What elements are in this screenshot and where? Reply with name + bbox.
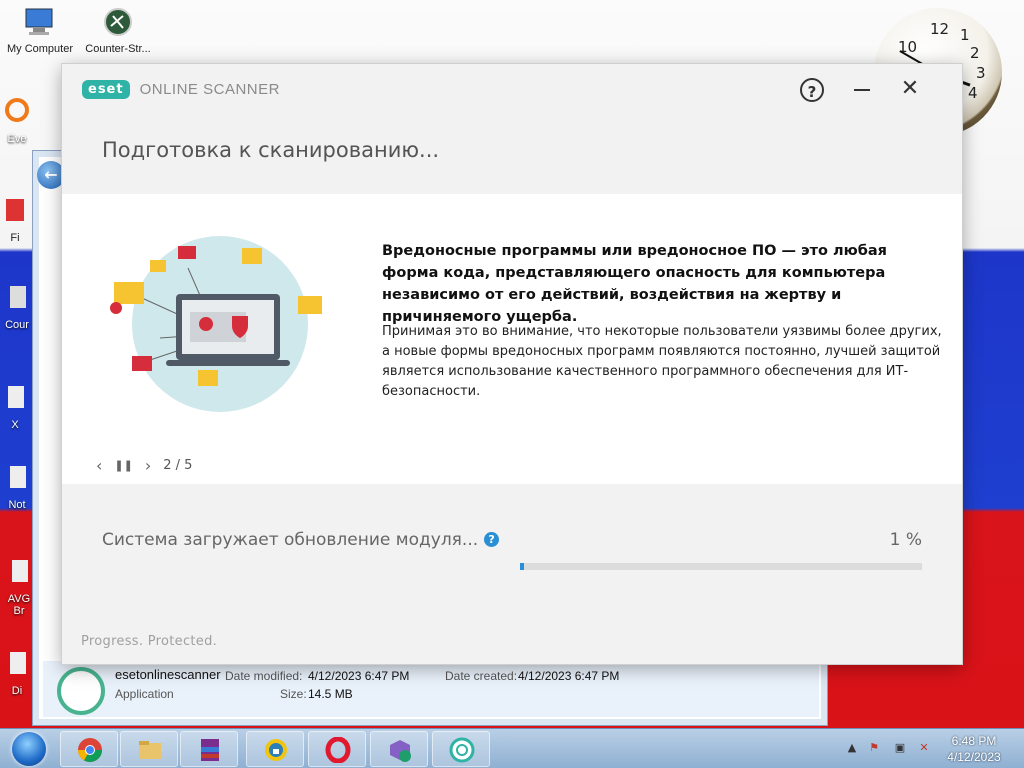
- app-icon: [8, 386, 24, 408]
- page-title: Подготовка к сканированию...: [102, 138, 440, 162]
- size-value: 14.5 MB: [308, 687, 353, 701]
- clock-number: 12: [930, 20, 950, 38]
- status-message: Система загружает обновление модуля...?: [102, 530, 500, 550]
- progress-bar-fill: [520, 563, 525, 570]
- taskbar-time: 6:48 PM: [951, 734, 997, 748]
- window-header: eset ONLINE SCANNER ? ✕ Подготовка к ска…: [62, 64, 962, 194]
- taskbar-clock[interactable]: 6:48 PM 4/12/2023: [934, 733, 1014, 765]
- progress-bar: [520, 563, 922, 570]
- date-created-label: Date created:: [445, 669, 518, 683]
- previous-slide-button[interactable]: ‹: [96, 456, 102, 475]
- minimize-button[interactable]: [848, 76, 876, 104]
- winrar-icon: [201, 739, 219, 761]
- date-modified-value: 4/12/2023 6:47 PM: [308, 669, 410, 683]
- desktop-icon-counter-strike[interactable]: Counter-Str...: [80, 6, 156, 55]
- taskbar: ▲ ⚑ ▣ ✕ 6:48 PM 4/12/2023: [0, 728, 1024, 768]
- computer-icon: [25, 8, 53, 35]
- desktop-icon-my-computer[interactable]: My Computer: [2, 6, 78, 55]
- info-slide: Вредоносные программы или вредоносное ПО…: [62, 194, 962, 484]
- slide-body: Принимая это во внимание, что некоторые …: [382, 324, 942, 399]
- taskbar-visual-studio-installer[interactable]: [370, 731, 428, 767]
- date-modified-label: Date modified:: [225, 669, 303, 683]
- clock-number: 4: [968, 84, 978, 102]
- counter-strike-icon: [104, 8, 132, 36]
- desktop-icon-eve[interactable]: Eve: [0, 96, 42, 145]
- desktop-icon-label: My Computer: [6, 43, 74, 55]
- app-icon: [12, 560, 28, 582]
- app-icon: [10, 652, 26, 674]
- lock-icon: [265, 739, 287, 761]
- taskbar-file-explorer[interactable]: [120, 731, 178, 767]
- help-button[interactable]: ?: [800, 78, 824, 102]
- size-label: Size:: [280, 687, 307, 701]
- clock-number: 1: [960, 26, 970, 44]
- visual-studio-icon: [390, 740, 411, 762]
- product-name: ONLINE SCANNER: [139, 80, 280, 98]
- clock-number: 2: [970, 44, 980, 62]
- desktop-icon-label: Counter-Str...: [85, 43, 151, 55]
- close-button[interactable]: ✕: [896, 76, 924, 104]
- eset-online-scanner-window[interactable]: eset ONLINE SCANNER ? ✕ Подготовка к ска…: [62, 64, 962, 664]
- pause-slides-button[interactable]: ❚❚: [114, 459, 132, 472]
- info-help-icon[interactable]: ?: [484, 532, 500, 547]
- eset-logo-mark: eset: [82, 79, 130, 99]
- status-panel: Система загружает обновление модуля...? …: [62, 484, 962, 664]
- folder-icon: [139, 741, 161, 759]
- taskbar-winrar[interactable]: [180, 731, 238, 767]
- app-icon: [5, 98, 29, 122]
- eset-tagline: Progress. Protected.: [81, 634, 218, 649]
- file-name: esetonlinescanner: [115, 667, 221, 682]
- taskbar-chrome[interactable]: [60, 731, 118, 767]
- network-icon[interactable]: ▣: [892, 741, 908, 757]
- slide-pager: ‹ ❚❚ › 2 / 5: [96, 456, 192, 475]
- taskbar-date: 4/12/2023: [947, 750, 1001, 764]
- volume-muted-icon[interactable]: ✕: [916, 741, 932, 757]
- eset-scanner-icon: [449, 737, 475, 763]
- windows-orb-icon: [12, 732, 46, 766]
- app-icon: [10, 286, 26, 308]
- app-icon: [6, 199, 24, 221]
- eset-scanner-icon: [57, 667, 105, 715]
- status-message-text: Система загружает обновление модуля...: [102, 530, 479, 550]
- next-slide-button[interactable]: ›: [145, 456, 151, 475]
- file-type: Application: [115, 687, 174, 701]
- taskbar-eset-online-scanner[interactable]: [432, 731, 490, 767]
- date-created-value: 4/12/2023 6:47 PM: [518, 669, 620, 683]
- progress-percent: 1 %: [889, 530, 922, 550]
- details-pane: esetonlinescanner Application Date modif…: [43, 661, 819, 717]
- opera-icon: [325, 737, 351, 763]
- taskbar-opera[interactable]: [308, 731, 366, 767]
- action-center-flag-icon[interactable]: ⚑: [866, 741, 882, 757]
- chrome-icon: [78, 738, 102, 763]
- taskbar-lock-app[interactable]: [246, 731, 304, 767]
- app-icon: [10, 466, 26, 488]
- desktop-icon-label: Eve: [7, 133, 27, 145]
- slide-position: 2 / 5: [163, 458, 193, 473]
- start-button[interactable]: [4, 730, 54, 768]
- show-hidden-icons-button[interactable]: ▲: [844, 741, 860, 757]
- eset-logo: eset ONLINE SCANNER: [82, 78, 280, 100]
- clock-number: 3: [976, 64, 986, 82]
- malware-illustration: [110, 236, 322, 412]
- slide-headline: Вредоносные программы или вредоносное ПО…: [382, 243, 887, 325]
- back-arrow-icon[interactable]: ←: [37, 161, 65, 189]
